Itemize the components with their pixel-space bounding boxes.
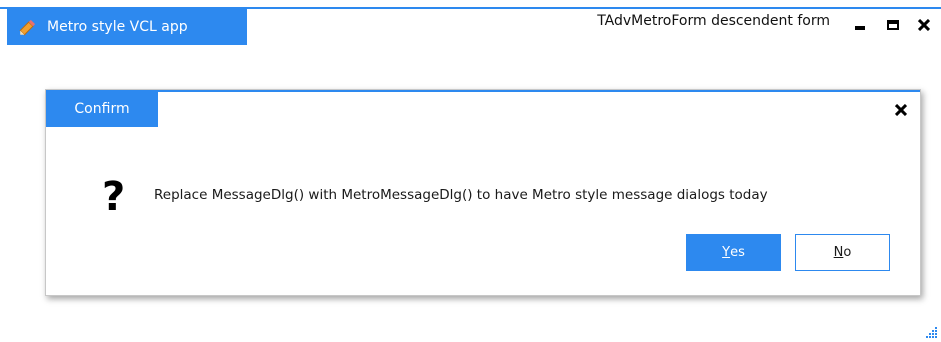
confirm-dialog: Confirm ? Replace MessageDlg() with Metr… [45,89,921,296]
question-icon: ? [102,174,126,220]
close-icon [918,19,930,31]
no-button[interactable]: No [795,234,890,271]
no-hotkey: N [833,245,844,260]
dialog-close-button[interactable] [890,99,912,121]
app-tab-label: Metro style VCL app [47,19,188,35]
maximize-icon [887,20,899,30]
app-title-tab: Metro style VCL app [7,9,247,45]
no-label: o [843,245,852,260]
pencil-icon [17,16,39,38]
dialog-title: Confirm [74,100,130,117]
close-icon [895,104,907,116]
yes-button[interactable]: Yes [686,234,781,271]
resize-grip-icon[interactable] [926,327,938,339]
maximize-button[interactable] [881,13,905,37]
dialog-message: Replace MessageDlg() with MetroMessageDl… [154,187,768,203]
minimize-button[interactable] [848,13,872,37]
dialog-title-tab: Confirm [46,90,158,127]
yes-label: es [730,245,745,260]
yes-hotkey: Y [722,245,731,260]
dialog-accent-line [46,90,920,92]
minimize-icon [855,26,865,30]
window-title: TAdvMetroForm descendent form [597,13,830,29]
close-button[interactable] [912,13,936,37]
